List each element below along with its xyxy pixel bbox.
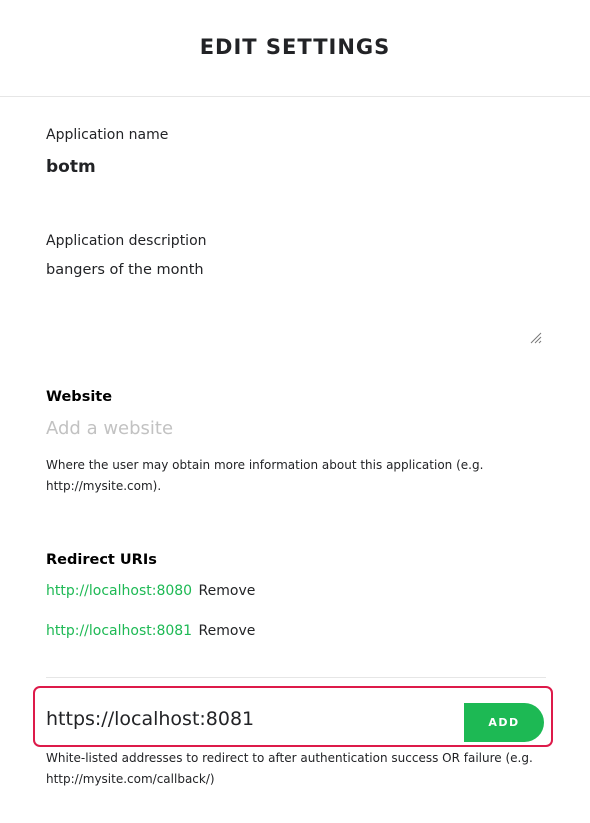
app-description-label: Application description [46, 233, 207, 249]
redirect-uris-label: Redirect URIs [46, 552, 157, 568]
divider [46, 677, 546, 678]
app-name-value[interactable]: botm [46, 157, 96, 177]
redirect-uri-link[interactable]: http://localhost:8080 [46, 583, 192, 599]
add-uri-button[interactable]: ADD [464, 703, 544, 742]
redirect-uri-link[interactable]: http://localhost:8081 [46, 623, 192, 639]
page-title: EDIT SETTINGS [199, 35, 391, 59]
website-help-line-1: Where the user may obtain more informati… [46, 458, 484, 472]
dialog-header: EDIT SETTINGS [0, 0, 590, 97]
redirect-help-line-2: http://mysite.com/callback/) [46, 772, 215, 786]
website-help-line-2: http://mysite.com). [46, 479, 162, 493]
redirect-uri-input[interactable]: https://localhost:8081 [46, 708, 254, 730]
remove-uri-button[interactable]: Remove [199, 583, 256, 599]
app-description-value: bangers of the month [46, 262, 204, 278]
list-item: http://localhost:8080 Remove [46, 583, 255, 599]
app-name-label: Application name [46, 127, 169, 143]
website-help-text: Where the user may obtain more informati… [46, 455, 556, 497]
remove-uri-button[interactable]: Remove [199, 623, 256, 639]
redirect-help-text: White-listed addresses to redirect to af… [46, 748, 556, 790]
website-input[interactable]: Add a website [46, 418, 546, 439]
website-label: Website [46, 389, 113, 405]
list-item: http://localhost:8081 Remove [46, 623, 255, 639]
resize-handle-icon[interactable] [530, 332, 542, 344]
redirect-help-line-1: White-listed addresses to redirect to af… [46, 751, 533, 765]
app-description-textarea[interactable]: bangers of the month [46, 258, 546, 346]
